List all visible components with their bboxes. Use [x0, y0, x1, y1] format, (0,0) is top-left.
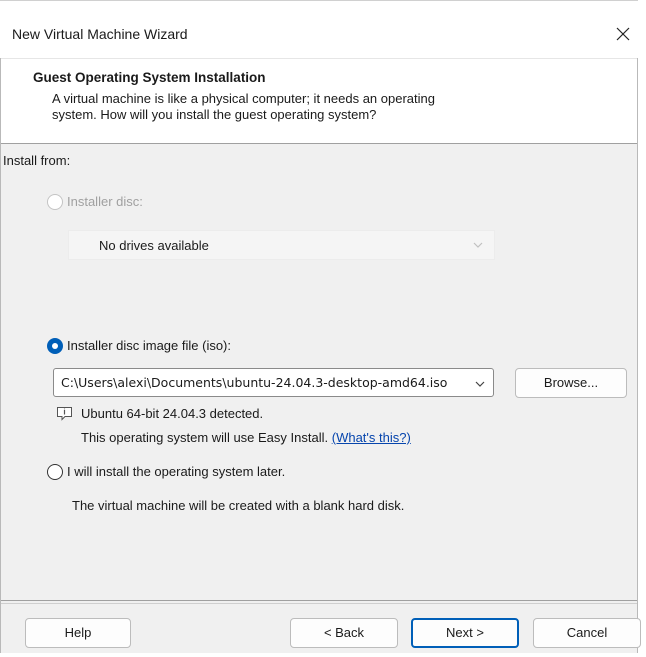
- chevron-down-icon: [473, 242, 483, 248]
- iso-path-combobox[interactable]: C:\Users\alexi\Documents\ubuntu-24.04.3-…: [53, 368, 494, 397]
- close-icon[interactable]: [612, 23, 634, 45]
- cancel-button[interactable]: Cancel: [533, 618, 641, 648]
- installer-disc-dropdown[interactable]: No drives available: [68, 230, 495, 260]
- iso-radio[interactable]: [47, 338, 63, 354]
- installer-disc-dropdown-value: No drives available: [99, 238, 209, 253]
- page-description-line1: A virtual machine is like a physical com…: [52, 91, 435, 106]
- easy-install-text: This operating system will use Easy Inst…: [81, 430, 411, 445]
- install-later-radio[interactable]: [47, 464, 63, 480]
- wizard-window: New Virtual Machine Wizard Guest Operati…: [0, 0, 646, 657]
- easy-install-sentence: This operating system will use Easy Inst…: [81, 430, 329, 445]
- page-description: A virtual machine is like a physical com…: [52, 91, 572, 123]
- page-description-line2: system. How will you install the guest o…: [52, 107, 377, 122]
- help-button[interactable]: Help: [25, 618, 131, 648]
- whats-this-link[interactable]: (What's this?): [332, 430, 411, 445]
- install-from-label: Install from:: [3, 153, 71, 168]
- title-bar: New Virtual Machine Wizard: [0, 0, 638, 58]
- chevron-down-icon[interactable]: [474, 378, 486, 390]
- install-later-description: The virtual machine will be created with…: [72, 498, 405, 513]
- info-icon: [57, 407, 72, 421]
- window-title: New Virtual Machine Wizard: [12, 26, 188, 42]
- iso-path-value: C:\Users\alexi\Documents\ubuntu-24.04.3-…: [61, 375, 448, 390]
- page-title: Guest Operating System Installation: [33, 70, 266, 85]
- wizard-footer: Help < Back Next > Cancel: [1, 603, 641, 653]
- install-later-label: I will install the operating system late…: [67, 464, 286, 479]
- browse-button[interactable]: Browse...: [515, 368, 627, 398]
- back-button[interactable]: < Back: [290, 618, 398, 648]
- installer-disc-radio[interactable]: [47, 194, 63, 210]
- wizard-content: Install from: Installer disc: No drives …: [1, 144, 637, 600]
- next-button[interactable]: Next >: [411, 618, 519, 648]
- wizard-header: Guest Operating System Installation A vi…: [1, 58, 637, 144]
- detected-os-text: Ubuntu 64-bit 24.04.3 detected.: [81, 406, 264, 421]
- iso-label: Installer disc image file (iso):: [67, 338, 231, 353]
- installer-disc-label: Installer disc:: [67, 194, 143, 209]
